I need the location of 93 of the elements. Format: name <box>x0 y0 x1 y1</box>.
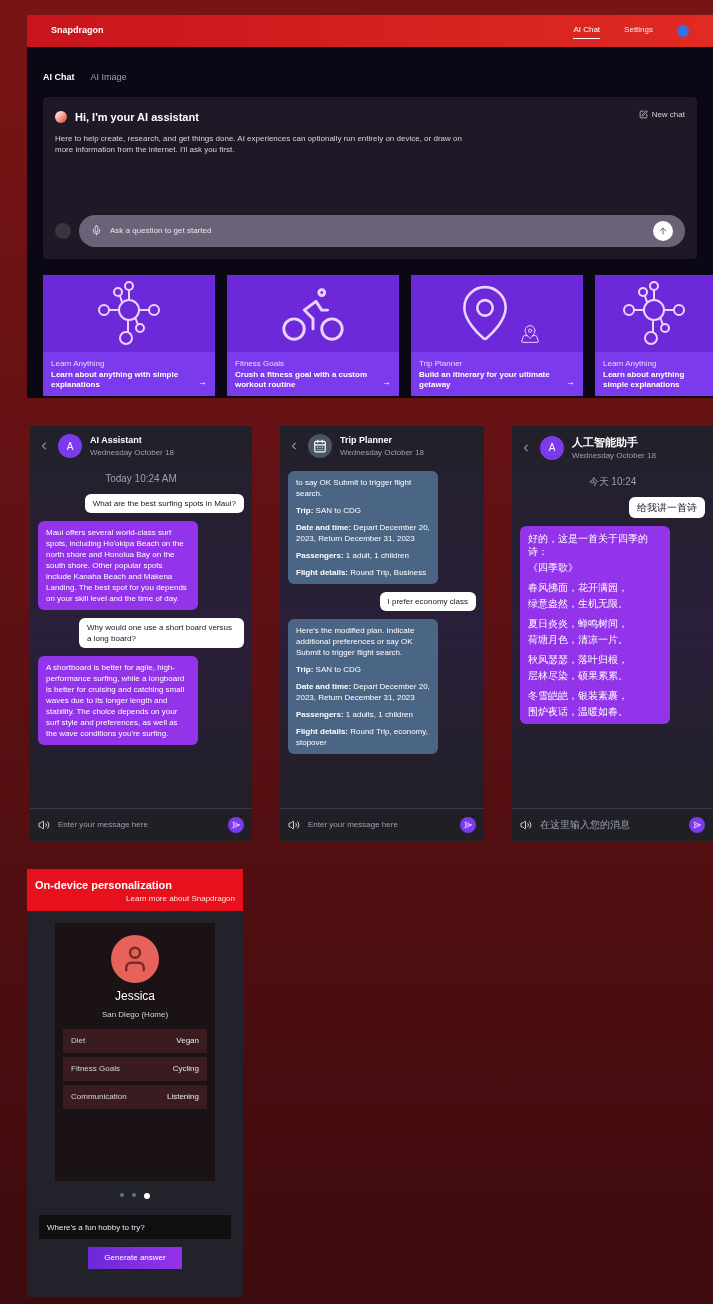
message-line: 夏日炎炎，蝉鸣树间， <box>528 617 629 630</box>
message-line: Flight details: Round Trip, economy, stopover <box>296 726 429 748</box>
message-line: 秋风瑟瑟，落叶归根， <box>528 653 629 666</box>
tab[interactable]: AI Image <box>90 71 127 85</box>
new-chat-button[interactable]: New chat <box>638 108 685 121</box>
speaker-icon[interactable] <box>288 818 300 831</box>
message-line: Passengers: 1 adults, 1 children <box>296 709 414 720</box>
message-line: 春风拂面，花开满园， <box>528 581 629 594</box>
message-line: 围炉夜话，温暖如春。 <box>528 705 629 718</box>
row-value: Listening <box>166 1091 199 1103</box>
message-input[interactable]: 在这里输入您的消息 <box>540 817 681 832</box>
row-label: Communication <box>71 1091 127 1103</box>
user-message: 给我讲一首诗 <box>629 497 705 518</box>
chat-title: 人工智能助手 <box>572 434 639 450</box>
arrow-icon: → <box>198 376 207 390</box>
card-title: Learn about anything simple explanations <box>603 369 686 390</box>
prompt-field[interactable]: Ask a question to get started <box>79 214 685 247</box>
personalization-title: On-device personalization <box>35 877 173 893</box>
user-message: Why would one use a short board versus a long board? <box>79 618 244 648</box>
card-caption: Learn Anything <box>603 357 658 370</box>
message-line: 层林尽染，硕果累累。 <box>528 669 629 682</box>
card-caption: Trip Planner <box>419 357 464 370</box>
card-title: Crush a fitness goal with a custom workout routine <box>235 369 369 390</box>
assistant-avatar: A <box>540 435 564 460</box>
nav-link[interactable]: Settings <box>624 24 653 38</box>
message-input[interactable]: Enter your message here <box>308 818 452 831</box>
row-value: Cycling <box>172 1063 199 1075</box>
message-line: Trip: SAN to CDG <box>296 505 362 516</box>
message-line: Date and time: Depart December 20, 2023, Return December 31, 2023 <box>296 681 430 703</box>
suggestion-card[interactable]: Fitness Goals Crush a fitness goal with a custom workout routine → <box>227 274 399 396</box>
card-title: Learn about anything with simple explanations <box>51 369 180 390</box>
message-line: Here's the modified plan. Indicate additional preferences or say OK Submit to trigger flight search. <box>296 625 416 658</box>
card-title: Build an itinerary for your ultimate getaway <box>419 369 551 390</box>
card-caption: Fitness Goals <box>235 357 285 370</box>
logo-text: Snapdragon <box>51 24 104 38</box>
send-icon[interactable] <box>464 820 472 829</box>
chat-date: Wednesday October 18 <box>90 447 174 459</box>
card-caption: Learn Anything <box>51 357 106 370</box>
chat-date: Wednesday October 18 <box>340 447 424 459</box>
arrow-up-icon[interactable] <box>658 225 668 236</box>
suggestion-card[interactable]: Trip Planner Build an itinerary for your ultimate getaway → <box>411 274 583 396</box>
message-line: 冬雪皑皑，银装素裹， <box>528 689 629 702</box>
assistant-avatar: A <box>58 434 82 459</box>
prompt-input[interactable]: Ask a question to get started <box>110 224 645 237</box>
user-message: What are the best surfing spots in Maui? <box>84 494 244 513</box>
message-line: Trip: SAN to CDG <box>296 664 362 675</box>
nav-link[interactable]: AI Chat <box>573 23 601 39</box>
generate-button[interactable]: Generate answer <box>88 1247 182 1269</box>
submit-button[interactable] <box>653 220 673 241</box>
message-line: Date and time: Depart December 20, 2023, Return December 31, 2023 <box>296 522 430 544</box>
chat-date: Wednesday October 18 <box>572 450 656 462</box>
row-label: Fitness Goals <box>71 1063 120 1075</box>
profile-location: San Diego (Home) <box>101 1009 169 1021</box>
assistant-logo-icon <box>55 110 67 123</box>
assistant-greeting: Hi, I'm your AI assistant <box>75 109 199 125</box>
suggestion-card[interactable]: Learn Anything Learn about anything simple explanations <box>595 274 713 396</box>
message-line: Flight details: Round Trip, Business <box>296 567 428 578</box>
profile-avatar <box>111 935 159 983</box>
assistant-message: Maui offers several world-class surf spots, including Ho'okipa Beach on the north shore and Honolua Bay on the south shore. Other popular spots include Kanaha Beach and Makena Landing. The best spot for you depends on your skill level and the time of day. <box>38 521 198 610</box>
send-button[interactable] <box>228 816 244 833</box>
message-input[interactable]: Enter your message here <box>58 818 220 831</box>
row-value: Vegan <box>176 1035 199 1047</box>
edit-icon[interactable] <box>638 110 648 119</box>
row-label: Diet <box>71 1035 86 1047</box>
personalization-subtitle: Learn more about Snapdragon <box>126 893 235 905</box>
timestamp: 今天 10:24 <box>588 475 637 489</box>
calendar-avatar-icon <box>308 434 332 459</box>
message-line: 《四季歌》 <box>528 561 579 574</box>
send-button[interactable] <box>460 816 476 833</box>
timestamp: Today 10:24 AM <box>105 472 177 486</box>
speaker-icon[interactable] <box>38 818 50 831</box>
arrow-icon: → <box>382 376 391 390</box>
message-line: 荷塘月色，清凉一片。 <box>528 633 629 646</box>
message-line: Passengers: 1 adult, 1 children <box>296 550 410 561</box>
chat-title: AI Assistant <box>90 433 143 447</box>
send-icon[interactable] <box>693 820 701 829</box>
message-line: 好的，这是一首关于四季的诗： <box>528 532 649 558</box>
question-field[interactable]: Where's a fun hobby to try? <box>39 1215 231 1239</box>
send-button[interactable] <box>689 816 705 833</box>
message-line: to say OK Submit to trigger flight search. <box>296 477 413 499</box>
microphone-icon[interactable] <box>91 225 102 236</box>
speaker-icon[interactable] <box>520 818 532 831</box>
arrow-icon: → <box>566 376 575 390</box>
suggestion-card[interactable]: Learn Anything Learn about anything with simple explanations → <box>43 274 215 396</box>
chat-title: Trip Planner <box>340 433 393 447</box>
message-line: 绿意盎然，生机无限。 <box>528 597 629 610</box>
send-icon[interactable] <box>232 820 240 829</box>
assistant-description: Here to help create, research, and get things done. AI experiences can optionally run entirely on device, or draw on more information from the internet. I'll ask you first. <box>55 133 463 155</box>
assistant-message: A shortboard is better for agile, high-performance surfing, while a longboard is better for cruising and catching small waves due to its longer length and stability. The choice depends on your surf style and preferences, as well as the wave conditions you're surfing. <box>38 656 198 745</box>
user-message: I prefer economy class <box>379 592 476 611</box>
tab[interactable]: AI Chat <box>43 71 75 85</box>
profile-name: Jessica <box>115 988 155 1005</box>
small-pin-icon <box>520 324 540 344</box>
